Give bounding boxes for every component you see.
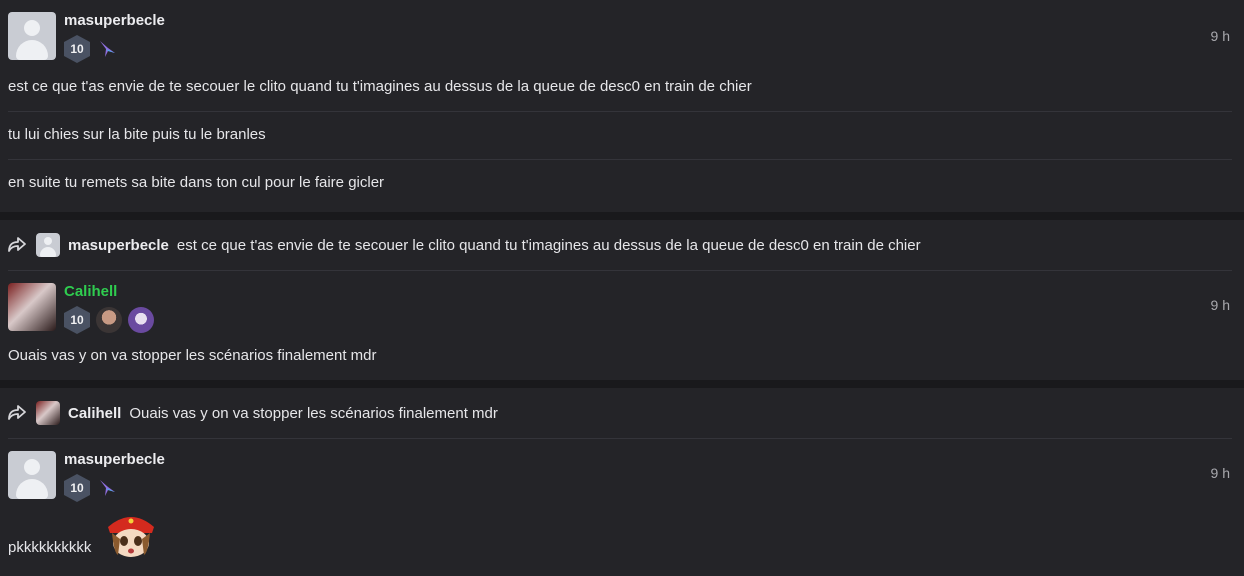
message: Ouais vas y on va stopper les scénarios … (8, 347, 377, 364)
avatar[interactable] (8, 283, 56, 331)
post-header: Calihell 10 9 h (8, 271, 1232, 334)
post: Calihell Ouais vas y on va stopper les s… (0, 388, 1244, 576)
user-block: masuperbecle 10 (64, 12, 165, 63)
badges: 10 (64, 306, 154, 334)
reply-arrow-icon (8, 403, 28, 423)
reply-username[interactable]: masuperbecle (68, 237, 169, 254)
reply-avatar (36, 233, 60, 257)
profile-badge-icon (96, 307, 122, 333)
bird-badge-icon (96, 477, 118, 499)
post-header: masuperbecle 10 9 h (8, 439, 1232, 502)
post: masuperbecle 10 9 h est ce que t'as envi… (0, 0, 1244, 212)
anime-sticker (102, 509, 160, 557)
reply-username[interactable]: Calihell (68, 405, 121, 422)
reply-text: est ce que t'as envie de te secouer le c… (176, 236, 921, 254)
message-feed: masuperbecle 10 9 h est ce que t'as envi… (0, 0, 1244, 576)
reply-avatar (36, 401, 60, 425)
badges: 10 (64, 474, 165, 502)
profile-badge-icon (128, 307, 154, 333)
username[interactable]: masuperbecle (64, 451, 165, 468)
message: est ce que t'as envie de te secouer le c… (8, 64, 1232, 112)
timestamp: 9 h (1210, 28, 1230, 44)
message: tu lui chies sur la bite puis tu le bran… (8, 112, 1232, 160)
reply-arrow-icon (8, 235, 28, 255)
message: en suite tu remets sa bite dans ton cul … (8, 174, 385, 191)
divider (0, 380, 1244, 388)
badges: 10 (64, 35, 165, 63)
message-text: pkkkkkkkkkk (8, 539, 92, 556)
post: masuperbecle est ce que t'as envie de te… (0, 220, 1244, 380)
bird-badge-icon (96, 38, 118, 60)
level-badge: 10 (64, 35, 90, 63)
timestamp: 9 h (1210, 297, 1230, 313)
avatar[interactable] (8, 451, 56, 499)
level-badge: 10 (64, 474, 90, 502)
user-block: masuperbecle 10 (64, 451, 165, 502)
message: pkkkkkkkkkk (8, 499, 1232, 572)
timestamp: 9 h (1210, 465, 1230, 481)
username[interactable]: Calihell (64, 283, 154, 300)
user-block: Calihell 10 (64, 283, 154, 334)
username[interactable]: masuperbecle (64, 12, 165, 29)
reply-preview[interactable]: Calihell Ouais vas y on va stopper les s… (8, 388, 1232, 439)
level-badge: 10 (64, 306, 90, 334)
reply-text: Ouais vas y on va stopper les scénarios … (129, 404, 498, 422)
reply-preview[interactable]: masuperbecle est ce que t'as envie de te… (8, 220, 1232, 271)
post-header: masuperbecle 10 9 h (8, 0, 1232, 64)
avatar[interactable] (8, 12, 56, 60)
divider (0, 212, 1244, 220)
